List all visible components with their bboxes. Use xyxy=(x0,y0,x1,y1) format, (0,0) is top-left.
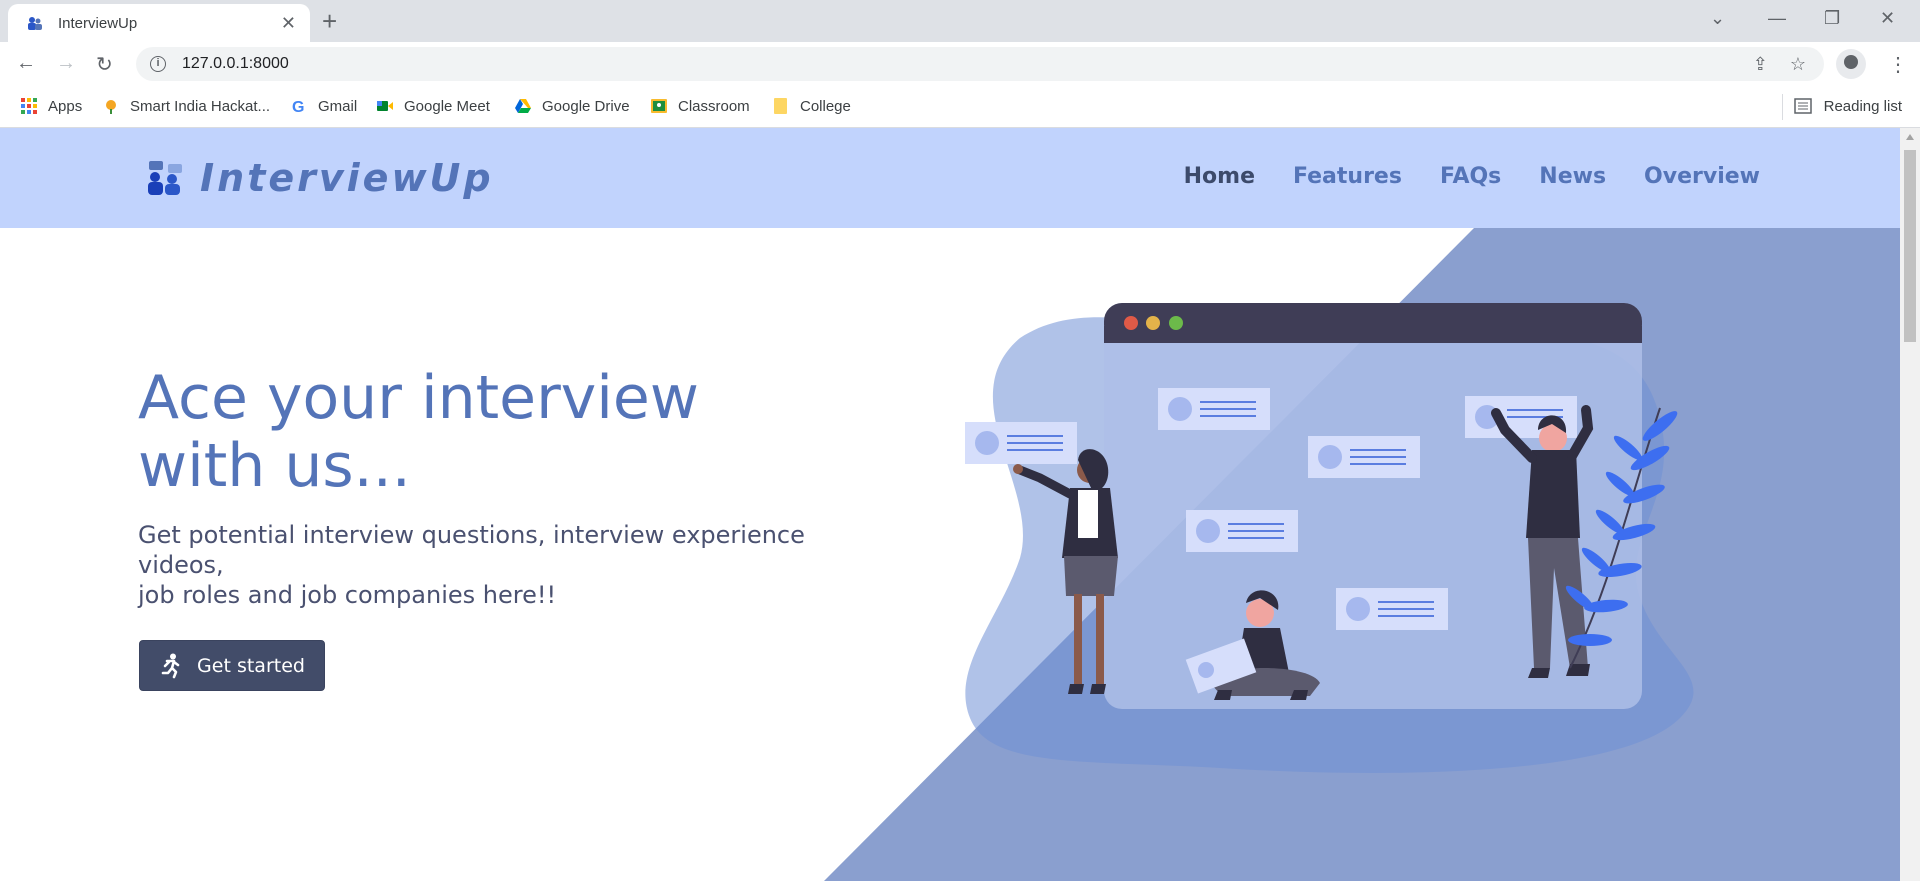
nav-home[interactable]: Home xyxy=(1184,164,1255,189)
minimize-icon[interactable]: — xyxy=(1768,8,1786,29)
back-icon[interactable]: ← xyxy=(16,52,36,75)
google-icon: G xyxy=(292,99,304,115)
site-favicon-icon xyxy=(28,17,42,30)
share-icon[interactable]: ⇪ xyxy=(1753,54,1768,75)
bookmark-star-icon[interactable]: ☆ xyxy=(1790,54,1806,75)
site-header: InterviewUp Home Features FAQs News Over… xyxy=(0,128,1900,228)
bookmarks-divider xyxy=(1782,94,1783,120)
apps-grid-icon xyxy=(21,98,37,114)
browser-tabbar: InterviewUp ✕ + ⌄ — ❐ ✕ xyxy=(0,0,1920,42)
url-text: 127.0.0.1:8000 xyxy=(182,55,289,72)
scrollbar-thumb[interactable] xyxy=(1904,150,1916,342)
bookmark-google-meet[interactable]: Google Meet xyxy=(376,97,490,115)
nav-features[interactable]: Features xyxy=(1293,164,1402,189)
close-tab-icon[interactable]: ✕ xyxy=(281,13,296,34)
main-nav: Home Features FAQs News Overview xyxy=(1184,164,1760,189)
bookmark-college[interactable]: College xyxy=(772,97,851,115)
hero-illustration xyxy=(965,303,1694,773)
hero-title-line1: Ace your interview xyxy=(138,363,699,433)
bookmark-gmail[interactable]: G Gmail xyxy=(290,97,358,116)
bookmark-label: College xyxy=(800,97,851,115)
reading-list-label: Reading list xyxy=(1823,97,1902,115)
reload-icon[interactable]: ↻ xyxy=(96,52,113,77)
classroom-icon xyxy=(651,99,667,113)
google-meet-icon xyxy=(377,101,393,111)
reading-list-button[interactable]: Reading list xyxy=(1793,97,1902,115)
hero-subtitle: Get potential interview questions, inter… xyxy=(138,520,898,610)
brand-name: InterviewUp xyxy=(200,156,494,200)
hero-subtitle-line1: Get potential interview questions, inter… xyxy=(138,521,805,579)
site-info-icon[interactable]: i xyxy=(150,56,166,72)
bookmarks-bar: Apps Smart India Hackat... G Gmail Googl… xyxy=(0,86,1920,128)
sih-icon xyxy=(106,100,116,114)
profile-avatar-icon[interactable] xyxy=(1836,49,1866,79)
nav-news[interactable]: News xyxy=(1539,164,1606,189)
bookmark-classroom[interactable]: Classroom xyxy=(650,97,750,115)
brand-logo[interactable]: InterviewUp xyxy=(146,156,494,200)
svg-text:G: G xyxy=(292,99,304,115)
forward-icon[interactable]: → xyxy=(56,52,76,75)
get-started-button[interactable]: Get started xyxy=(139,640,325,691)
cta-label: Get started xyxy=(197,654,305,677)
bookmark-sih[interactable]: Smart India Hackat... xyxy=(102,97,270,115)
bookmark-label: Smart India Hackat... xyxy=(130,97,271,115)
bookmark-apps[interactable]: Apps xyxy=(20,97,82,115)
folder-icon xyxy=(774,98,787,114)
scroll-up-icon[interactable] xyxy=(1906,134,1914,140)
bookmark-label: Google Drive xyxy=(542,97,630,115)
new-tab-icon[interactable]: + xyxy=(322,6,337,37)
browser-toolbar: ← → ↻ i 127.0.0.1:8000 ⇪ ☆ ⋮ xyxy=(0,42,1920,86)
running-person-icon xyxy=(161,653,180,678)
page-scrollbar[interactable] xyxy=(1900,128,1920,881)
hero-title-line2: with us... xyxy=(138,431,411,501)
window-close-icon[interactable]: ✕ xyxy=(1880,8,1895,29)
restore-icon[interactable]: ❐ xyxy=(1824,8,1840,29)
bookmark-label: Apps xyxy=(48,97,83,115)
browser-tab[interactable]: InterviewUp ✕ xyxy=(8,4,310,42)
bookmark-google-drive[interactable]: Google Drive xyxy=(514,97,630,115)
tab-search-icon[interactable]: ⌄ xyxy=(1710,8,1725,29)
nav-faqs[interactable]: FAQs xyxy=(1440,164,1501,189)
hero-title: Ace your interview with us... xyxy=(138,364,838,500)
reading-list-icon xyxy=(1793,98,1812,114)
bookmark-label: Google Meet xyxy=(404,97,490,115)
browser-menu-icon[interactable]: ⋮ xyxy=(1888,52,1908,77)
bookmark-label: Gmail xyxy=(318,97,358,115)
tab-title: InterviewUp xyxy=(58,14,138,32)
hero-subtitle-line2: job roles and job companies here!! xyxy=(138,581,557,609)
page-viewport: InterviewUp Home Features FAQs News Over… xyxy=(0,128,1900,881)
address-bar[interactable]: i 127.0.0.1:8000 ⇪ ☆ xyxy=(136,47,1824,81)
google-drive-icon xyxy=(515,99,531,113)
nav-overview[interactable]: Overview xyxy=(1644,164,1760,189)
bookmark-label: Classroom xyxy=(678,97,750,115)
brand-logo-icon xyxy=(148,161,182,195)
